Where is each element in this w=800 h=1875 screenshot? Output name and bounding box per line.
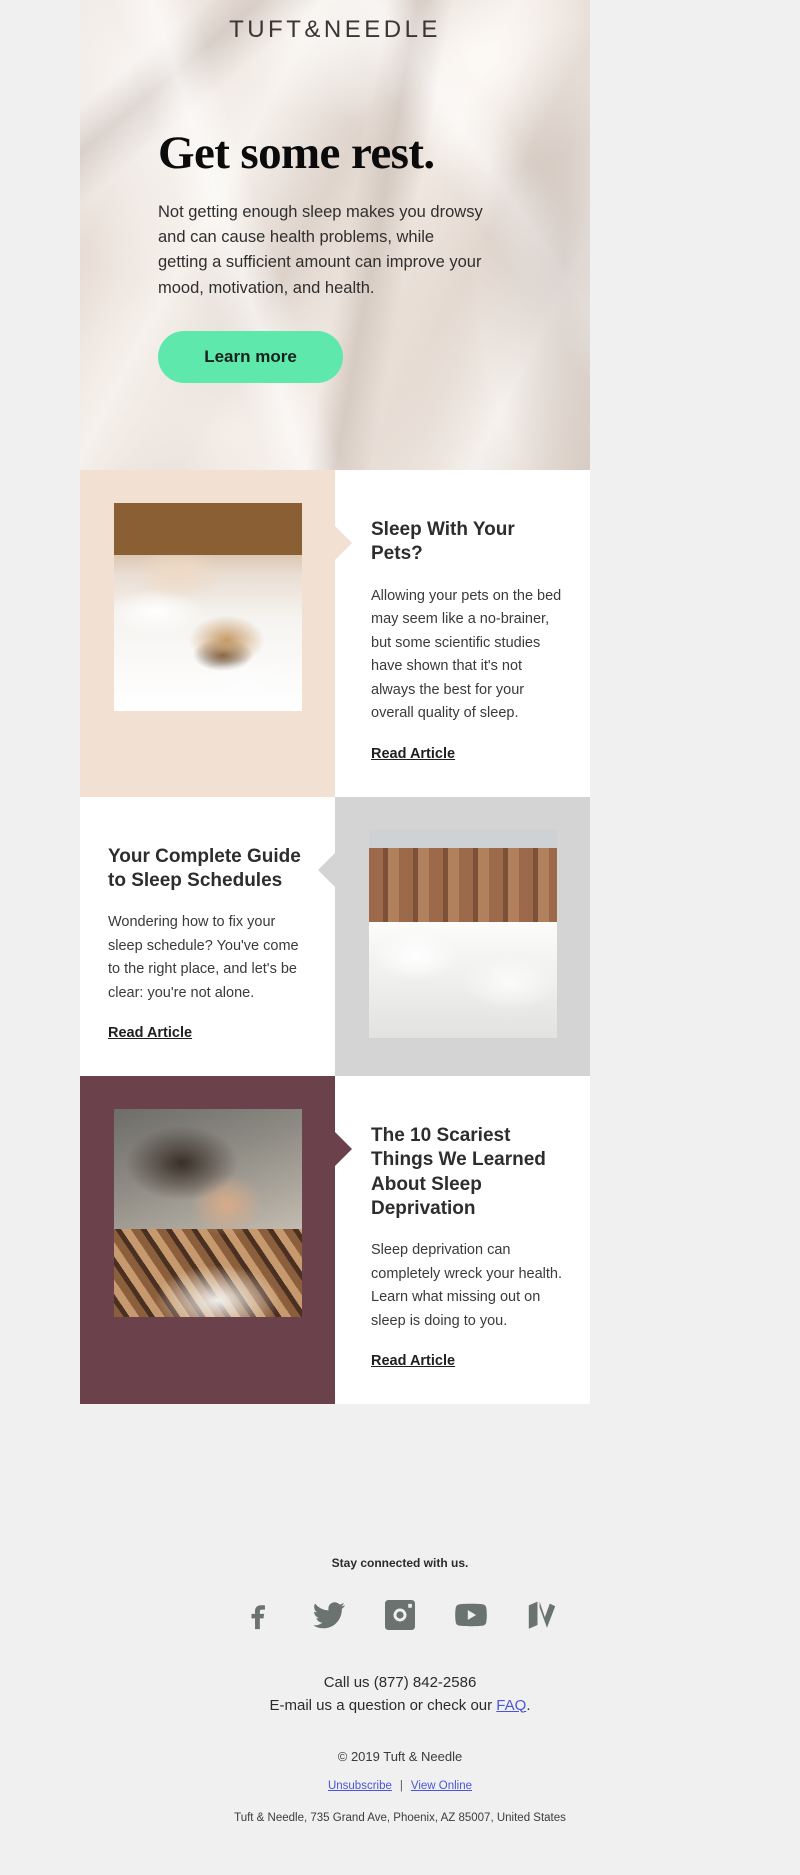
card-content: Your Complete Guide to Sleep Schedules W…: [80, 797, 335, 1077]
card-title: Sleep With Your Pets?: [371, 519, 515, 565]
email-body: TUFT&NEEDLE Get some rest. Not getting e…: [80, 0, 590, 1405]
card-content: The 10 Scariest Things We Learned About …: [335, 1076, 590, 1404]
card-image-panel: [318, 796, 590, 1077]
map-icon[interactable]: [519, 1592, 565, 1638]
stay-connected-label: Stay connected with us.: [331, 1556, 469, 1570]
card-thumbnail: [113, 503, 302, 711]
card-body-text: Sleep deprivation can completely wreck y…: [371, 1242, 562, 1329]
faq-link[interactable]: FAQ: [496, 1697, 526, 1714]
card-content: Sleep With Your Pets? Allowing your pets…: [335, 470, 590, 797]
card-title: Your Complete Guide to Sleep Schedules: [108, 845, 301, 891]
email-line-prefix: E-mail us a question or check our: [269, 1696, 497, 1714]
email-line-suffix: .: [526, 1696, 531, 1714]
panel-arrow-icon: [318, 852, 335, 887]
legal-links: Unsubscribe | View Online: [0, 1780, 800, 1792]
read-article-link[interactable]: Read Article: [371, 1353, 455, 1369]
panel-arrow-icon: [335, 526, 352, 560]
link-separator: |: [399, 1780, 403, 1792]
read-article-link[interactable]: Read Article: [108, 1025, 192, 1041]
card-thumbnail: [368, 829, 557, 1038]
panel-arrow-icon: [335, 1132, 352, 1167]
view-online-link[interactable]: View Online: [411, 1780, 472, 1792]
card-image-panel: [80, 470, 352, 797]
card-thumbnail: [113, 1109, 302, 1318]
card-image-panel: [80, 1076, 352, 1405]
call-us-line: Call us (877) 842-2586: [323, 1674, 477, 1691]
card-body-text: Allowing your pets on the bed may seem l…: [371, 587, 562, 722]
learn-more-button[interactable]: Learn more: [158, 330, 343, 383]
card-title: The 10 Scariest Things We Learned About …: [371, 1125, 546, 1220]
email-page: TUFT&NEEDLE Get some rest. Not getting e…: [0, 0, 800, 1875]
article-card-deprivation: The 10 Scariest Things We Learned About …: [80, 1076, 590, 1405]
hero-body-text: Not getting enough sleep makes you drows…: [158, 203, 483, 297]
brand-logo: TUFT&NEEDLE: [229, 16, 441, 43]
company-address: Tuft & Needle, 735 Grand Ave, Phoenix, A…: [234, 1812, 566, 1824]
youtube-icon[interactable]: [448, 1592, 494, 1638]
card-body-text: Wondering how to fix your sleep schedule…: [108, 914, 299, 1001]
facebook-icon[interactable]: [235, 1592, 281, 1638]
read-article-link[interactable]: Read Article: [371, 746, 455, 762]
article-card-schedules: Your Complete Guide to Sleep Schedules W…: [80, 796, 590, 1077]
pets-photo: [113, 503, 302, 711]
unsubscribe-link[interactable]: Unsubscribe: [328, 1780, 392, 1792]
sleep-deprivation-photo: [113, 1109, 302, 1318]
instagram-icon[interactable]: [377, 1592, 423, 1638]
bedroom-photo: [368, 829, 557, 1038]
hero-section: TUFT&NEEDLE Get some rest. Not getting e…: [80, 0, 590, 470]
hero-headline: Get some rest.: [158, 127, 435, 179]
email-footer: Stay connected with us. Call us (877) 84…: [0, 1556, 800, 1824]
twitter-icon[interactable]: [306, 1592, 352, 1638]
email-us-line: E-mail us a question or check our FAQ.: [0, 1695, 800, 1718]
article-card-pets: Sleep With Your Pets? Allowing your pets…: [80, 470, 590, 797]
social-links: [0, 1592, 800, 1638]
copyright-text: © 2019 Tuft & Needle: [337, 1749, 463, 1764]
contact-info: Call us (877) 842-2586 E-mail us a quest…: [0, 1672, 800, 1717]
